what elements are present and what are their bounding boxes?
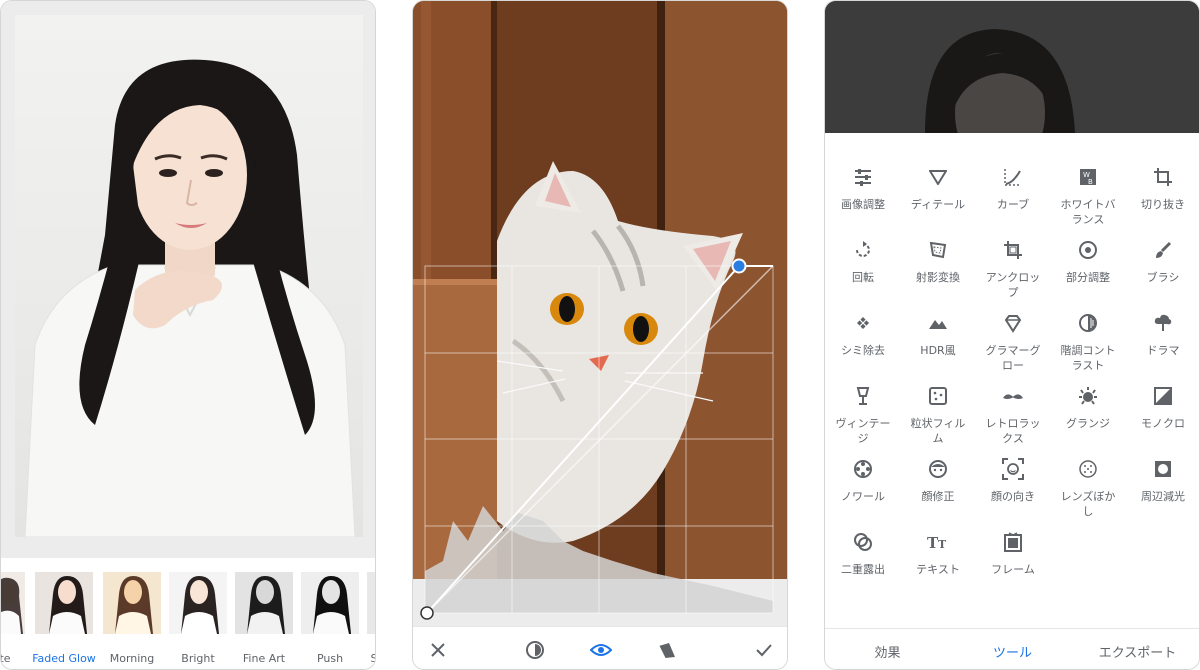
retrolux-icon bbox=[1001, 384, 1025, 408]
filter-label: S bbox=[333, 652, 376, 665]
text-icon: TT bbox=[926, 530, 950, 554]
filter-strip: tuate Faded Glow Morning Bright Fine Art bbox=[1, 558, 375, 669]
filter-item[interactable]: S bbox=[367, 572, 375, 665]
photo-canvas bbox=[1, 1, 375, 558]
adjust-icon bbox=[851, 165, 875, 189]
curves-toolbar bbox=[413, 626, 787, 669]
tool-item[interactable]: W B ホワイトバランス bbox=[1050, 133, 1126, 226]
check-icon[interactable] bbox=[751, 637, 777, 663]
tool-item[interactable]: カーブ bbox=[975, 133, 1051, 211]
tool-item[interactable]: 回転 bbox=[825, 206, 901, 284]
tool-item[interactable]: グラマーグロー bbox=[975, 279, 1051, 372]
tool-label: 周辺減光 bbox=[1141, 490, 1185, 503]
tool-item[interactable]: グランジ bbox=[1050, 352, 1126, 430]
selective-icon bbox=[1076, 238, 1100, 262]
frames-icon bbox=[1001, 530, 1025, 554]
black-white-icon bbox=[1151, 384, 1175, 408]
hdr-icon bbox=[926, 311, 950, 335]
filter-thumbnail[interactable] bbox=[301, 572, 359, 634]
brush-icon bbox=[1151, 238, 1175, 262]
tool-item[interactable]: ドラマ bbox=[1125, 279, 1199, 357]
rotate-icon bbox=[851, 238, 875, 262]
tool-item[interactable]: 二重露出 bbox=[825, 498, 901, 576]
portrait-photo bbox=[15, 15, 363, 537]
phone-curves-screen bbox=[412, 0, 788, 670]
vintage-icon bbox=[851, 384, 875, 408]
white-balance-icon: WB bbox=[1076, 165, 1100, 189]
tool-label: テキスト bbox=[916, 563, 960, 576]
vignette-icon bbox=[1151, 457, 1175, 481]
curves-editor[interactable] bbox=[413, 1, 787, 626]
healing-icon bbox=[851, 311, 875, 335]
presets-icon[interactable] bbox=[654, 637, 680, 663]
svg-text:T: T bbox=[938, 538, 947, 550]
tool-label: 二重露出 bbox=[841, 563, 885, 576]
tool-item[interactable]: HDR風 bbox=[900, 279, 976, 357]
grunge-icon bbox=[1076, 384, 1100, 408]
tab-effects[interactable]: 効果 bbox=[825, 642, 950, 661]
tool-label: フレーム bbox=[991, 563, 1035, 576]
tool-item[interactable]: アンクロップ bbox=[975, 206, 1051, 299]
tool-item[interactable]: 階調コントラスト bbox=[1050, 279, 1126, 372]
noir-icon bbox=[851, 457, 875, 481]
tool-item[interactable]: 粒状フィルム bbox=[900, 352, 976, 445]
tool-item[interactable]: ヴィンテージ bbox=[825, 352, 901, 445]
tonal-contrast-icon bbox=[1076, 311, 1100, 335]
tool-item[interactable]: ディテール bbox=[900, 133, 976, 211]
filter-item-selected[interactable]: Faded Glow bbox=[32, 570, 96, 665]
tool-item[interactable]: フレーム bbox=[975, 498, 1051, 576]
double-exposure-icon bbox=[851, 530, 875, 554]
auto-adjust-icon[interactable] bbox=[522, 637, 548, 663]
tool-item[interactable]: 顔修正 bbox=[900, 425, 976, 503]
tool-item[interactable]: レトロラックス bbox=[975, 352, 1051, 445]
eye-icon[interactable] bbox=[588, 637, 614, 663]
tool-item[interactable]: シミ除去 bbox=[825, 279, 901, 357]
tool-item[interactable]: 切り抜き bbox=[1125, 133, 1199, 211]
tab-export[interactable]: エクスポート bbox=[1075, 642, 1199, 661]
tool-item[interactable]: モノクロ bbox=[1125, 352, 1199, 430]
phone-tools-screen: 画像調整 ディテール カーブ W B ホワイトバランス 切り抜き回転 射影変換 アンクロップ 部分… bbox=[824, 0, 1200, 670]
filter-thumbnail[interactable] bbox=[367, 572, 375, 634]
grainy-film-icon bbox=[926, 384, 950, 408]
filter-thumbnail[interactable] bbox=[103, 572, 161, 634]
tab-tools[interactable]: ツール bbox=[950, 642, 1075, 661]
curves-icon bbox=[1001, 165, 1025, 189]
tool-item[interactable]: ブラシ bbox=[1125, 206, 1199, 284]
filter-item[interactable]: Push bbox=[301, 572, 359, 665]
perspective-icon bbox=[926, 238, 950, 262]
crop-icon bbox=[1151, 165, 1175, 189]
filter-thumbnail[interactable] bbox=[235, 572, 293, 634]
tool-item[interactable]: 周辺減光 bbox=[1125, 425, 1199, 503]
filter-thumbnail[interactable] bbox=[33, 570, 95, 636]
filter-item[interactable]: Morning bbox=[103, 572, 161, 665]
tool-item[interactable]: T T テキスト bbox=[900, 498, 976, 576]
tool-item[interactable]: 部分調整 bbox=[1050, 206, 1126, 284]
lens-blur-icon bbox=[1076, 457, 1100, 481]
tools-grid: 画像調整 ディテール カーブ W B ホワイトバランス 切り抜き回転 射影変換 アンクロップ 部分… bbox=[825, 133, 1199, 628]
filter-thumbnail[interactable] bbox=[169, 572, 227, 634]
tool-label: レンズぼかし bbox=[1060, 490, 1116, 518]
filter-thumbnail[interactable] bbox=[1, 572, 25, 634]
face-enhance-icon bbox=[926, 457, 950, 481]
filter-item[interactable]: Fine Art bbox=[235, 572, 293, 665]
tool-item[interactable]: 画像調整 bbox=[825, 133, 901, 211]
filter-item[interactable]: Bright bbox=[169, 572, 227, 665]
drama-icon bbox=[1151, 311, 1175, 335]
photo-preview-dimmed bbox=[825, 1, 1199, 133]
phone-filters-screen: tuate Faded Glow Morning Bright Fine Art bbox=[0, 0, 376, 670]
glamour-glow-icon bbox=[1001, 311, 1025, 335]
head-pose-icon bbox=[1001, 457, 1025, 481]
tool-item[interactable]: 射影変換 bbox=[900, 206, 976, 284]
bottom-tab-bar: 効果 ツール エクスポート bbox=[825, 628, 1199, 669]
tool-item[interactable]: ノワール bbox=[825, 425, 901, 503]
tool-item[interactable]: 顔の向き bbox=[975, 425, 1051, 503]
filter-item[interactable]: tuate bbox=[1, 572, 25, 665]
tool-item[interactable]: レンズぼかし bbox=[1050, 425, 1126, 518]
details-icon bbox=[926, 165, 950, 189]
svg-text:B: B bbox=[1088, 178, 1093, 186]
close-icon[interactable] bbox=[425, 637, 451, 663]
expand-icon bbox=[1001, 238, 1025, 262]
